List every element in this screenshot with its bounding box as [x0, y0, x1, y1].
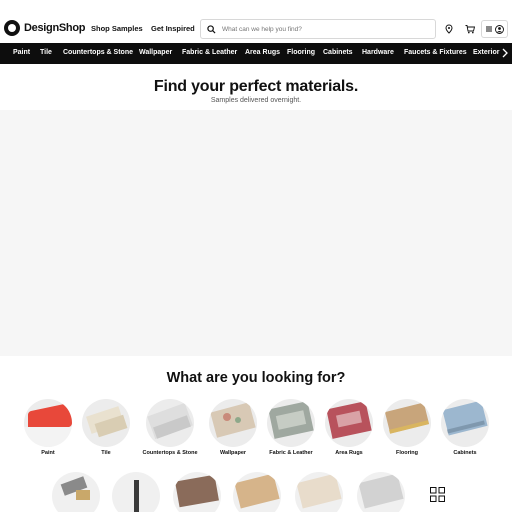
- wallpaper-pattern-2: [235, 417, 241, 423]
- category-paint[interactable]: Paint: [13, 49, 30, 56]
- account-menu-button[interactable]: [481, 20, 508, 38]
- category-countertops-stone[interactable]: Countertops & Stone: [63, 49, 133, 56]
- logo-text: DesignShop: [24, 22, 86, 34]
- category-faucets-fixtures[interactable]: Faucets & Fixtures: [404, 49, 467, 56]
- grid-icon[interactable]: [430, 487, 445, 502]
- category-card-area-rugs[interactable]: [325, 399, 373, 447]
- section-title: What are you looking for?: [166, 370, 346, 386]
- paint-base: [24, 427, 72, 447]
- category-card-faucets[interactable]: [112, 472, 160, 512]
- account-icon: [495, 24, 504, 34]
- chevron-right-icon[interactable]: [501, 48, 509, 58]
- category-card-fabric[interactable]: [267, 399, 315, 447]
- category-card-wallpaper[interactable]: [209, 399, 257, 447]
- label-countertops-stone[interactable]: Countertops & Stone: [135, 450, 205, 456]
- category-wallpaper[interactable]: Wallpaper: [139, 49, 172, 56]
- wood-swatch: [234, 473, 280, 509]
- faucet-swatch: [134, 480, 139, 512]
- exterior-swatch: [175, 474, 219, 508]
- label-cabinets[interactable]: Cabinets: [430, 450, 500, 456]
- logo[interactable]: DesignShop: [4, 20, 85, 36]
- category-area-rugs[interactable]: Area Rugs: [245, 49, 280, 56]
- hero-subtitle: Samples delivered overnight.: [210, 97, 302, 104]
- wallpaper-swatch: [210, 402, 256, 438]
- category-card-tile[interactable]: [82, 399, 130, 447]
- plaster-swatch: [296, 473, 342, 509]
- location-pin-icon[interactable]: [444, 24, 454, 34]
- category-fabric-leather[interactable]: Fabric & Leather: [182, 49, 237, 56]
- category-card-wood[interactable]: [233, 472, 281, 512]
- category-card-laminate[interactable]: [357, 472, 405, 512]
- menu-icon: [486, 26, 492, 32]
- category-flooring[interactable]: Flooring: [287, 49, 315, 56]
- search-box[interactable]: [200, 19, 436, 39]
- category-exterior[interactable]: Exterior: [473, 49, 499, 56]
- nav-shop-samples[interactable]: Shop Samples: [91, 24, 143, 33]
- category-card-hardware[interactable]: [52, 472, 100, 512]
- cart-icon[interactable]: [465, 24, 475, 34]
- category-card-countertops[interactable]: [146, 399, 194, 447]
- hardware-brass: [76, 490, 90, 500]
- logo-mark-icon: [4, 20, 20, 36]
- category-card-cabinets[interactable]: [441, 399, 489, 447]
- search-icon[interactable]: [207, 24, 216, 34]
- search-input[interactable]: [222, 25, 422, 33]
- hero-title: Find your perfect materials.: [153, 78, 359, 95]
- category-tile[interactable]: Tile: [40, 49, 52, 56]
- hero-image-area: [0, 110, 512, 356]
- label-tile[interactable]: Tile: [71, 450, 141, 456]
- wallpaper-pattern: [223, 413, 231, 421]
- laminate-swatch: [358, 473, 404, 509]
- category-cabinets[interactable]: Cabinets: [323, 49, 353, 56]
- site-header: DesignShop Shop Samples Get Inspired: [0, 0, 512, 40]
- category-card-plaster[interactable]: [295, 472, 343, 512]
- nav-get-inspired[interactable]: Get Inspired: [151, 24, 195, 33]
- category-card-flooring[interactable]: [383, 399, 431, 447]
- category-card-paint[interactable]: [24, 399, 72, 447]
- category-card-exterior[interactable]: [173, 472, 221, 512]
- category-hardware[interactable]: Hardware: [362, 49, 394, 56]
